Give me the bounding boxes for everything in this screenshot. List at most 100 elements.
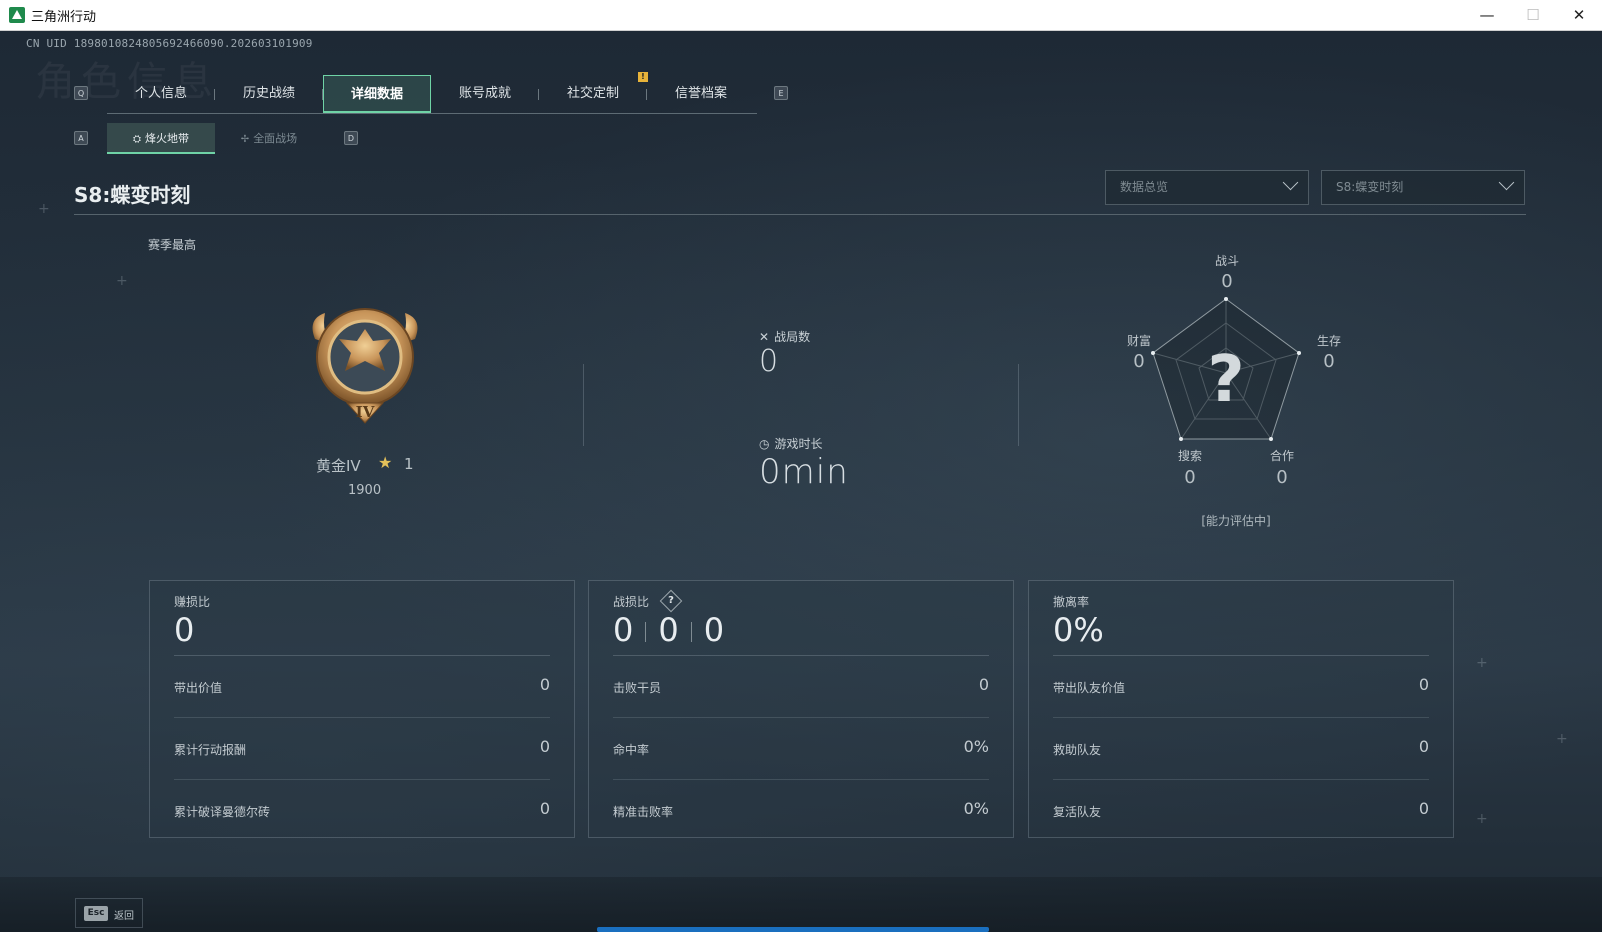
- prev-tab-key-hint[interactable]: Q: [74, 86, 88, 100]
- horizontal-scrollbar[interactable]: [597, 927, 989, 932]
- kd-ratio-card: 战损比 ? 000 击败干员 0 命中率 0% 精准击败率 0%: [588, 580, 1014, 838]
- list-item: 命中率 0%: [613, 718, 989, 780]
- matches-value: 0: [759, 344, 780, 379]
- minimize-button[interactable]: —: [1464, 0, 1510, 31]
- radar-wealth-value: 0: [1133, 351, 1145, 372]
- matches-label-text: 战局数: [774, 330, 811, 344]
- card-title: 撤离率: [1053, 595, 1090, 609]
- window-titlebar: 三角洲行动 — ☐ ✕: [0, 0, 1602, 31]
- profit-loss-card: 赚损比 0 带出价值 0 累计行动报酬 0 累计破译曼德尔砖 0: [149, 580, 575, 838]
- crossed-swords-icon: ✕: [759, 330, 770, 344]
- notification-badge: !: [638, 72, 648, 82]
- row-label: 击败干员: [613, 681, 662, 695]
- crosshair-decor-icon: +: [1556, 731, 1568, 747]
- subtab-label: 烽火地带: [145, 132, 189, 145]
- card-title-text: 战损比: [613, 595, 650, 609]
- season-dropdown[interactable]: S8:蝶变时刻: [1321, 170, 1525, 205]
- radar-survival-label: 生存: [1316, 334, 1341, 348]
- dropdown-value: 数据总览: [1120, 180, 1169, 194]
- bottom-bar: [0, 877, 1602, 932]
- row-value: 0: [539, 675, 550, 694]
- list-item: 复活队友 0: [1053, 780, 1429, 836]
- kd-value: 0: [613, 611, 634, 649]
- badge-roman-numeral: IV: [356, 403, 375, 421]
- playtime-label: ◷ 游戏时长: [759, 435, 823, 452]
- row-label: 救助队友: [1053, 743, 1102, 757]
- subtab-label: 全面战场: [253, 132, 298, 145]
- crosshair-decor-icon: +: [38, 201, 50, 217]
- row-value: 0: [1418, 737, 1429, 756]
- list-item: 累计行动报酬 0: [174, 718, 550, 780]
- crosshair-decor-icon: +: [1476, 655, 1488, 671]
- player-uid: CN UID 1898010824805692466090.2026031019…: [26, 37, 313, 50]
- radar-search-value: 0: [1184, 467, 1196, 488]
- row-label: 累计行动报酬: [174, 743, 247, 757]
- data-mode-dropdown[interactable]: 数据总览: [1105, 170, 1309, 205]
- help-icon-glyph: ?: [667, 594, 674, 606]
- card-main-value: 0: [174, 611, 195, 649]
- radar-combat-label: 战斗: [1214, 254, 1239, 268]
- kd-separator: [690, 622, 692, 642]
- row-value: 0: [978, 675, 989, 694]
- back-label: 返回: [114, 911, 134, 922]
- list-item: 带出价值 0: [174, 656, 550, 718]
- playtime-label-text: 游戏时长: [774, 437, 823, 451]
- subtab-extraction-zone[interactable]: ⛭ 烽火地带: [107, 123, 215, 154]
- subtab-full-warfare[interactable]: ✢ 全面战场: [215, 123, 323, 154]
- season-title: S8:蝶变时刻: [74, 183, 191, 207]
- radar-center-question-icon: ?: [1207, 343, 1244, 417]
- maximize-button[interactable]: ☐: [1510, 0, 1556, 31]
- dropdown-value: S8:蝶变时刻: [1336, 180, 1404, 194]
- playtime-value: 0min: [759, 452, 849, 492]
- row-label: 命中率: [613, 743, 650, 757]
- tab-history[interactable]: 历史战绩: [215, 75, 323, 113]
- radar-combat-value: 0: [1221, 271, 1233, 292]
- list-item: 救助队友 0: [1053, 718, 1429, 780]
- tab-reputation[interactable]: 信誉档案: [647, 75, 755, 113]
- row-label: 累计破译曼德尔砖: [174, 805, 271, 819]
- radar-search-label: 搜索: [1177, 449, 1202, 463]
- crosshair-decor-icon: +: [116, 273, 128, 289]
- section-vertical-divider: [583, 364, 584, 446]
- chevron-down-icon: [1282, 174, 1299, 191]
- window-title: 三角洲行动: [31, 10, 97, 25]
- star-icon: ★: [378, 453, 393, 472]
- rank-score: 1900: [348, 483, 382, 498]
- prev-subtab-key-hint[interactable]: A: [74, 131, 88, 145]
- section-vertical-divider: [1018, 364, 1019, 446]
- extraction-zone-icon: ⛭: [133, 134, 141, 145]
- kd-values: 000: [613, 611, 724, 649]
- row-label: 复活队友: [1053, 805, 1102, 819]
- help-icon[interactable]: ?: [659, 589, 683, 612]
- tab-achievements[interactable]: 账号成就: [431, 75, 539, 113]
- next-tab-key-hint[interactable]: E: [774, 86, 788, 100]
- matches-label: ✕ 战局数: [759, 328, 810, 345]
- kd-value: 0: [703, 611, 725, 649]
- tab-detailed-stats[interactable]: 详细数据: [323, 75, 431, 113]
- back-button[interactable]: Esc 返回: [75, 898, 143, 928]
- row-value: 0: [1418, 799, 1429, 818]
- kd-value: 0: [658, 611, 679, 649]
- gold-rank-badge-icon: IV: [312, 308, 418, 424]
- app-logo-icon: [9, 7, 25, 23]
- row-label: 精准击败率: [613, 805, 674, 819]
- ability-evaluating-text: [能力评估中]: [1201, 514, 1271, 528]
- row-label: 带出队友价值: [1053, 681, 1126, 695]
- esc-key-hint: Esc: [84, 906, 108, 921]
- list-item: 精准击败率 0%: [613, 780, 989, 836]
- season-best-label: 赛季最高: [148, 238, 197, 252]
- tab-social-custom[interactable]: 社交定制: [539, 75, 647, 113]
- ability-radar-chart: ?: [1151, 297, 1301, 441]
- tab-profile[interactable]: 个人信息: [107, 75, 215, 113]
- next-subtab-key-hint[interactable]: D: [344, 131, 358, 145]
- list-item: 累计破译曼德尔砖 0: [174, 780, 550, 836]
- radar-cooperation-label: 合作: [1269, 449, 1294, 463]
- radar-wealth-label: 财富: [1126, 334, 1151, 348]
- close-button[interactable]: ✕: [1556, 0, 1602, 31]
- radar-cooperation-value: 0: [1276, 467, 1288, 488]
- crosshair-decor-icon: +: [1476, 811, 1488, 827]
- main-tab-bar: 个人信息 历史战绩 详细数据 账号成就 社交定制 信誉档案: [107, 75, 757, 114]
- row-value: 0%: [963, 799, 989, 818]
- kd-separator: [645, 622, 647, 642]
- radar-survival-value: 0: [1323, 351, 1335, 372]
